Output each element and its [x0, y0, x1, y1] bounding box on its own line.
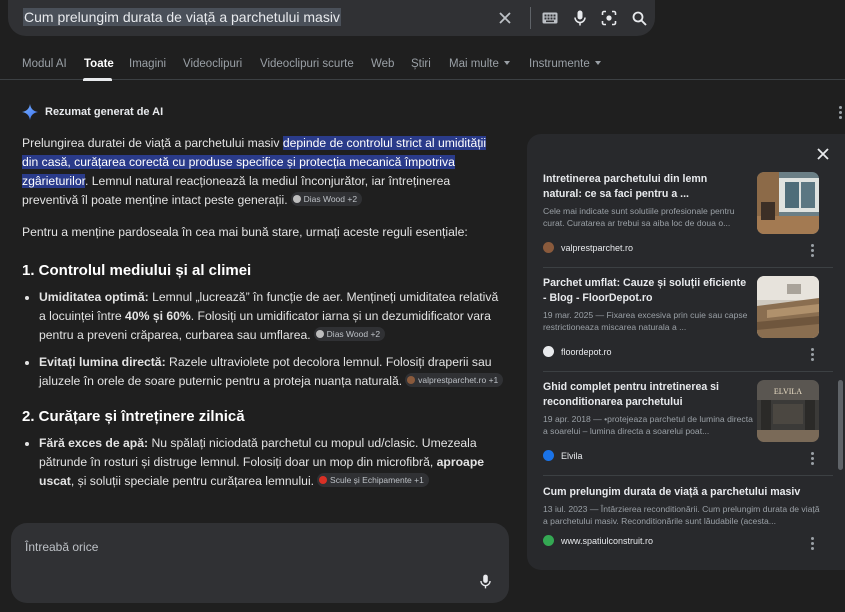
close-icon[interactable] — [817, 148, 829, 160]
list-item-bold: 40% și 60% — [125, 309, 191, 323]
ai-overview-body: Prelungirea duratei de viață a parchetul… — [22, 134, 504, 499]
tab-ai-mode[interactable]: Modul AI — [22, 58, 67, 70]
mic-icon[interactable] — [569, 7, 591, 29]
source-thumbnail: ELVILA — [757, 380, 819, 442]
tab-news[interactable]: Știri — [411, 58, 431, 70]
sources-panel: Intretinerea parchetului din lemn natura… — [527, 134, 845, 570]
list-item: Evitați lumina directă: Razele ultraviol… — [22, 353, 504, 391]
tab-more-label: Mai multe — [449, 58, 499, 70]
ai-overview-header: Rezumat generat de AI — [22, 104, 163, 120]
more-vert-icon[interactable] — [811, 452, 815, 467]
source-thumbnail — [757, 276, 819, 338]
more-vert-icon[interactable] — [811, 537, 815, 552]
source-chip-label: Dias Wood +2 — [303, 194, 358, 204]
gemini-sparkle-icon — [22, 104, 38, 120]
list-item: Umiditatea optimă: Lemnul „lucrează” în … — [22, 288, 504, 345]
source-chip[interactable]: Dias Wood +2 — [313, 327, 386, 341]
source-site-name: www.spatiulconstruit.ro — [561, 535, 654, 546]
search-input[interactable]: Cum prelungim durata de viață a parchetu… — [23, 8, 341, 26]
source-site-name: Elvila — [561, 450, 583, 461]
source-site[interactable]: valprestparchet.ro — [543, 242, 633, 253]
more-vert-icon[interactable] — [839, 106, 843, 121]
source-chip[interactable]: valprestparchet.ro +1 — [405, 373, 504, 387]
search-icon[interactable] — [628, 7, 650, 29]
source-title[interactable]: Ghid complet pentru intretinerea si reco… — [543, 380, 748, 410]
favicon-icon — [407, 376, 416, 384]
source-card[interactable]: Cum prelungim durata de viață a parchetu… — [543, 485, 833, 550]
search-tabs: Modul AI Toate Imagini Videoclipuri Vide… — [0, 52, 845, 81]
intro-text: Prelungirea duratei de viață a parchetul… — [22, 136, 283, 150]
source-site[interactable]: floordepot.ro — [543, 346, 612, 357]
favicon-icon — [292, 195, 301, 203]
source-chip[interactable]: Scule și Echipamente +1 — [317, 473, 429, 487]
source-chip-label: valprestparchet.ro +1 — [418, 375, 499, 385]
source-chip[interactable]: Dias Wood +2 — [290, 192, 363, 206]
source-site[interactable]: Elvila — [543, 450, 583, 461]
favicon-icon — [543, 242, 554, 253]
source-site-name: floordepot.ro — [561, 346, 612, 357]
source-title[interactable]: Parchet umflat: Cauze și soluții eficien… — [543, 276, 748, 306]
panel-scrollbar[interactable] — [838, 380, 843, 470]
favicon-icon — [543, 535, 554, 546]
source-title[interactable]: Intretinerea parchetului din lemn natura… — [543, 172, 748, 202]
source-snippet: 19 mar. 2025 — Fixarea excesiva prin cui… — [543, 310, 748, 332]
tab-videos[interactable]: Videoclipuri — [183, 58, 242, 70]
tab-web[interactable]: Web — [371, 58, 394, 70]
ai-overview-title: Rezumat generat de AI — [45, 106, 164, 118]
more-vert-icon[interactable] — [811, 348, 815, 363]
source-thumbnail — [757, 172, 819, 234]
mic-icon[interactable] — [480, 574, 491, 589]
card-divider — [543, 371, 833, 372]
tab-tools-label: Instrumente — [529, 58, 590, 70]
more-vert-icon[interactable] — [811, 244, 815, 259]
thumbnail-logo-text: ELVILA — [774, 387, 802, 396]
content-fade — [11, 500, 509, 524]
section-list: Fără exces de apă: Nu spălați niciodată … — [22, 434, 504, 491]
source-card[interactable]: Intretinerea parchetului din lemn natura… — [543, 172, 833, 257]
source-chip-label: Dias Wood +2 — [326, 329, 381, 339]
card-divider — [543, 267, 833, 268]
search-divider — [530, 7, 531, 29]
lens-icon[interactable] — [598, 7, 620, 29]
source-snippet: 19 apr. 2018 — •protejeaza parchetul de … — [543, 414, 753, 436]
list-item-text: , și soluții speciale pentru curățarea l… — [70, 474, 315, 488]
chevron-down-icon — [503, 61, 510, 65]
ask-input-placeholder: Întreabă orice — [25, 540, 99, 554]
ai-lead-paragraph: Pentru a menține pardoseala în cea mai b… — [22, 225, 468, 239]
ask-input-box[interactable]: Întreabă orice — [11, 523, 509, 603]
list-item: Fără exces de apă: Nu spălați niciodată … — [22, 434, 504, 491]
tab-all[interactable]: Toate — [84, 58, 114, 70]
source-site[interactable]: www.spatiulconstruit.ro — [543, 535, 653, 546]
active-tab-indicator — [83, 78, 112, 81]
close-icon[interactable] — [494, 7, 516, 29]
tab-tools[interactable]: Instrumente — [529, 58, 601, 70]
source-title[interactable]: Cum prelungim durata de viață a parchetu… — [543, 485, 828, 500]
tab-images[interactable]: Imagini — [129, 58, 166, 70]
favicon-icon — [315, 330, 324, 338]
list-item-label: Umiditatea optimă: — [39, 290, 149, 304]
search-bar: Cum prelungim durata de viață a parchetu… — [8, 0, 655, 36]
card-divider — [543, 475, 833, 476]
source-card[interactable]: Ghid complet pentru intretinerea si reco… — [543, 380, 833, 465]
intro-rest: . Lemnul natural reacționează la mediul … — [22, 174, 451, 207]
source-site-name: valprestparchet.ro — [561, 242, 634, 253]
favicon-icon — [543, 346, 554, 357]
source-snippet: 13 iul. 2023 — Întârzierea reconditionăr… — [543, 504, 820, 526]
favicon-icon — [319, 476, 328, 484]
favicon-icon — [543, 450, 554, 461]
section-heading: 2. Curățare și întreținere zilnică — [22, 408, 245, 425]
chevron-down-icon — [594, 61, 601, 65]
tab-short-videos[interactable]: Videoclipuri scurte — [260, 58, 354, 70]
source-chip-label: Scule și Echipamente +1 — [330, 475, 424, 485]
ai-intro-paragraph: Prelungirea duratei de viață a parchetul… — [22, 134, 504, 210]
list-item-label: Evitați lumina directă: — [39, 355, 166, 369]
tab-more[interactable]: Mai multe — [449, 58, 510, 70]
section-heading: 1. Controlul mediului și al climei — [22, 262, 252, 279]
keyboard-icon[interactable] — [539, 7, 561, 29]
section-list: Umiditatea optimă: Lemnul „lucrează” în … — [22, 288, 504, 391]
source-card[interactable]: Parchet umflat: Cauze și soluții eficien… — [543, 276, 833, 361]
source-snippet: Cele mai indicate sunt solutiile profesi… — [543, 206, 735, 228]
list-item-label: Fără exces de apă: — [39, 436, 149, 450]
